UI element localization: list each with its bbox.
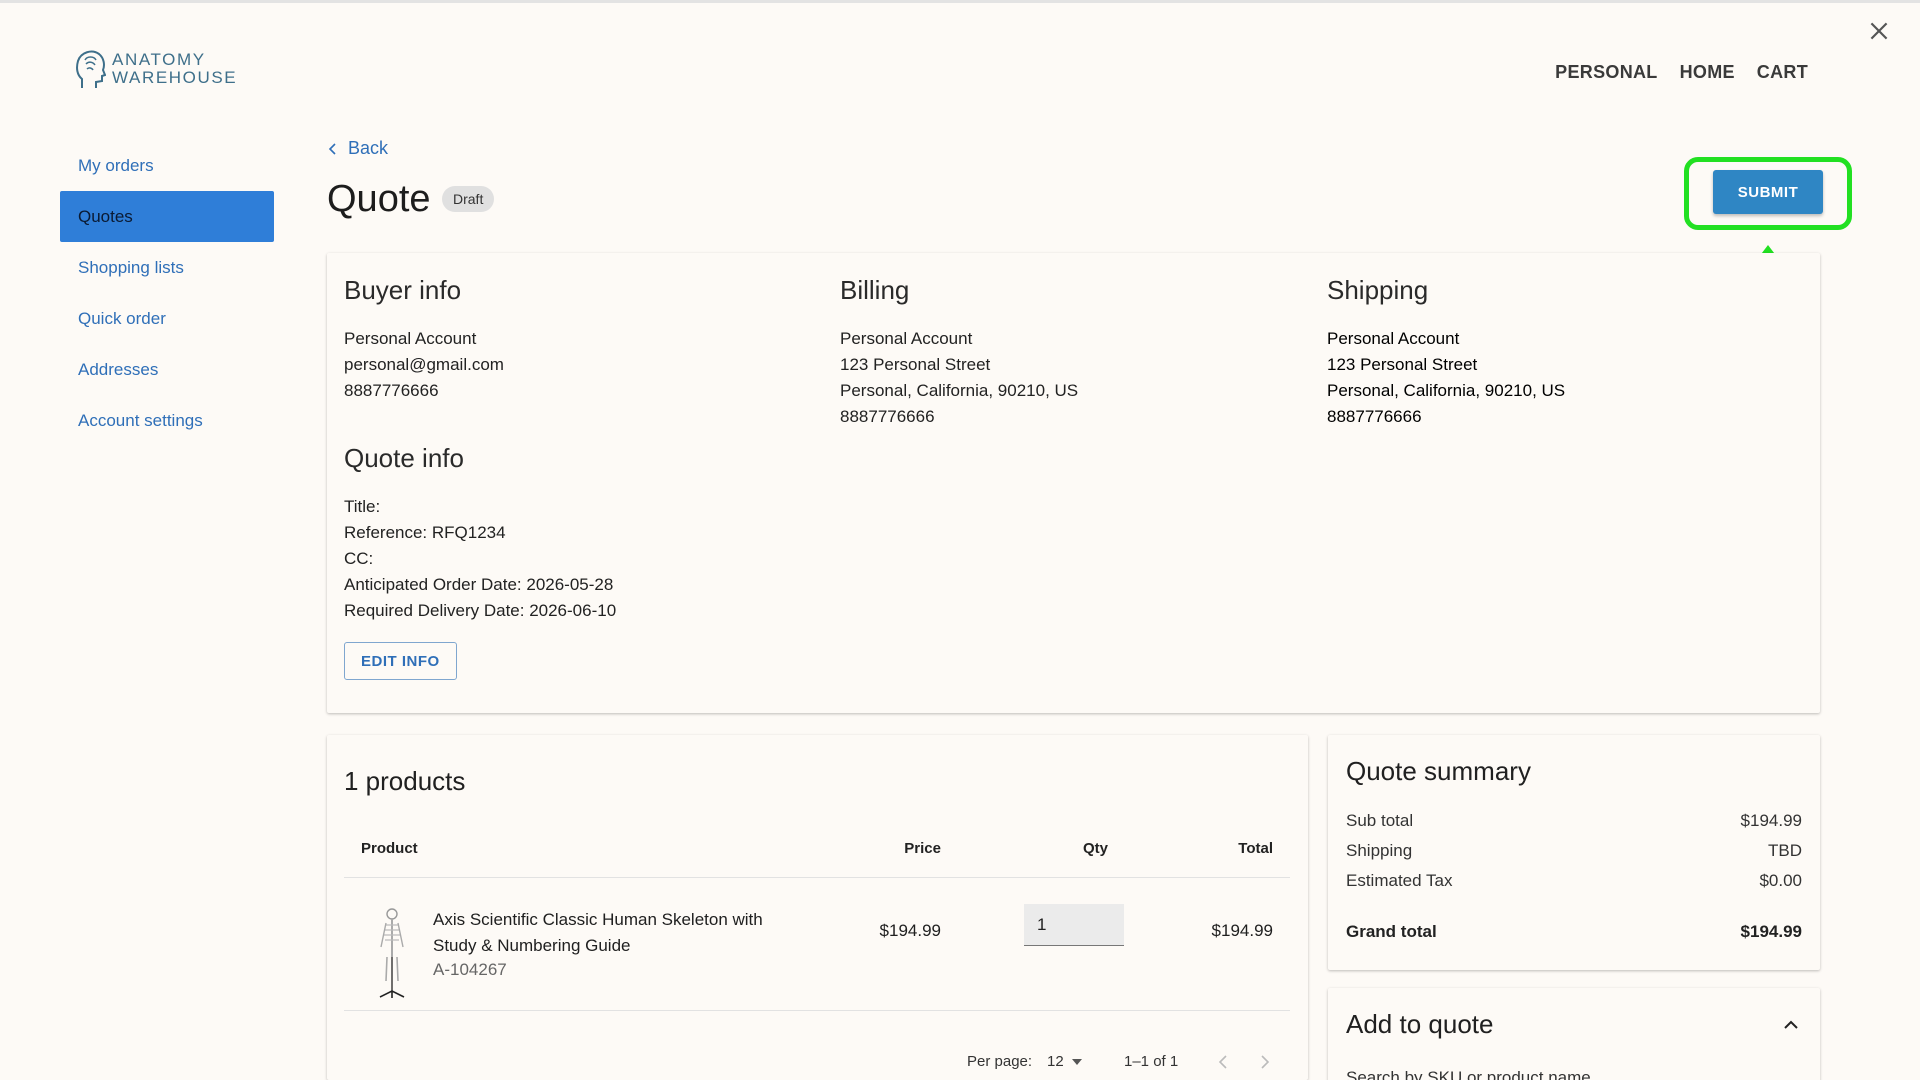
subtotal-label: Sub total	[1346, 811, 1414, 830]
add-to-quote-heading: Add to quote	[1346, 1009, 1494, 1039]
submit-button[interactable]: SUBMIT	[1713, 170, 1823, 214]
summary-tax: Estimated Tax $0.00	[1346, 871, 1802, 891]
product-sku: A-104267	[433, 960, 507, 979]
back-link[interactable]: Back	[326, 138, 388, 159]
products-card: 1 products Product Price Qty Total Axis …	[327, 735, 1308, 1080]
shipping-name: Personal Account	[1327, 329, 1460, 348]
chevron-up-icon[interactable]	[1782, 1016, 1800, 1034]
summary-subtotal: Sub total $194.99	[1346, 811, 1802, 831]
divider	[344, 877, 1290, 878]
sidebar-item-addresses[interactable]: Addresses	[60, 344, 274, 395]
tax-value: $0.00	[1759, 871, 1802, 890]
buyer-info-section: Buyer info Personal Account personal@gma…	[344, 275, 504, 404]
page-range: 1–1 of 1	[1124, 1053, 1179, 1070]
per-page-select[interactable]: 12	[1047, 1053, 1082, 1070]
chevron-left-icon	[328, 142, 336, 155]
billing-heading: Billing	[840, 275, 910, 305]
buyer-name: Personal Account	[344, 329, 477, 348]
sidebar-item-shopping-lists[interactable]: Shopping lists	[60, 242, 274, 293]
sidebar-item-quick-order[interactable]: Quick order	[60, 293, 274, 344]
sidebar-item-quotes[interactable]: Quotes	[60, 191, 274, 242]
shipping-city: Personal, California, 90210, US	[1327, 381, 1566, 400]
summary-heading: Quote summary	[1346, 756, 1531, 786]
column-price: Price	[904, 840, 941, 857]
add-to-quote-card: Add to quote Search by SKU or product na…	[1328, 988, 1820, 1080]
billing-city: Personal, California, 90210, US	[840, 381, 1079, 400]
divider	[344, 1010, 1290, 1011]
products-table-header: Product Price Qty Total	[344, 840, 1290, 870]
billing-street: 123 Personal Street	[840, 355, 991, 374]
shipping-street: 123 Personal Street	[1327, 355, 1478, 374]
summary-shipping: Shipping TBD	[1346, 841, 1802, 861]
nav-home[interactable]: HOME	[1680, 62, 1735, 83]
edit-info-button[interactable]: EDIT INFO	[344, 642, 457, 680]
shipping-phone: 8887776666	[1327, 407, 1422, 426]
top-nav: PERSONAL HOME CART	[1555, 62, 1808, 83]
chevron-right-icon	[1261, 1055, 1270, 1069]
quote-required-date: Required Delivery Date: 2026-06-10	[344, 601, 617, 620]
subtotal-value: $194.99	[1740, 811, 1802, 830]
next-page-button[interactable]	[1259, 1055, 1271, 1073]
sidebar-item-my-orders[interactable]: My orders	[60, 140, 274, 191]
quote-cc-line: CC:	[344, 549, 374, 568]
buyer-info-heading: Buyer info	[344, 275, 462, 305]
quote-info-heading: Quote info	[344, 443, 464, 473]
column-product: Product	[361, 840, 418, 857]
products-heading: 1 products	[344, 766, 466, 796]
chevron-left-icon	[1218, 1055, 1227, 1069]
column-qty: Qty	[1082, 840, 1108, 857]
quote-info-section: Quote info Title: Reference: RFQ1234 CC:…	[344, 443, 616, 624]
quote-details-card: Buyer info Personal Account personal@gma…	[327, 253, 1820, 713]
summary-grand-total: Grand total $194.99	[1346, 922, 1802, 942]
grand-total-label: Grand total	[1346, 922, 1437, 941]
close-icon	[1870, 22, 1888, 40]
caret-down-icon	[1071, 1058, 1082, 1065]
billing-section: Billing Personal Account 123 Personal St…	[840, 275, 1078, 430]
quote-reference-line: Reference: RFQ1234	[344, 523, 506, 542]
logo[interactable]: ANATOMY WAREHOUSE	[74, 48, 237, 90]
tax-label: Estimated Tax	[1346, 871, 1453, 890]
table-row: Axis Scientific Classic Human Skeleton w…	[344, 887, 1290, 999]
sidebar-item-account-settings[interactable]: Account settings	[60, 395, 274, 446]
quote-anticipated-date: Anticipated Order Date: 2026-05-28	[344, 575, 614, 594]
product-thumbnail[interactable]	[374, 907, 410, 999]
per-page-value: 12	[1047, 1053, 1064, 1070]
anatomy-head-icon	[76, 50, 106, 88]
product-line-total: $194.99	[1211, 921, 1273, 940]
per-page-label: Per page:	[967, 1053, 1033, 1070]
quote-title-line: Title:	[344, 497, 381, 516]
prev-page-button[interactable]	[1217, 1055, 1229, 1073]
top-divider	[0, 0, 1920, 3]
close-button[interactable]	[1866, 18, 1892, 44]
shipping-value: TBD	[1768, 841, 1802, 860]
grand-total-value: $194.99	[1740, 922, 1802, 941]
back-label: Back	[348, 138, 389, 158]
logo-text: ANATOMY WAREHOUSE	[112, 50, 238, 87]
shipping-heading: Shipping	[1327, 275, 1429, 305]
product-price: $194.99	[879, 921, 941, 940]
billing-name: Personal Account	[840, 329, 973, 348]
product-name[interactable]: Axis Scientific Classic Human Skeleton w…	[433, 907, 763, 959]
billing-phone: 8887776666	[840, 407, 935, 426]
column-total: Total	[1238, 840, 1273, 857]
quote-summary-card: Quote summary Sub total $194.99 Shipping…	[1328, 735, 1820, 970]
nav-personal[interactable]: PERSONAL	[1555, 62, 1657, 83]
shipping-label: Shipping	[1346, 841, 1413, 860]
status-badge: Draft	[442, 186, 495, 212]
buyer-email: personal@gmail.com	[344, 355, 504, 374]
account-sidebar: My orders Quotes Shopping lists Quick or…	[60, 140, 274, 446]
shipping-section: Shipping Personal Account 123 Personal S…	[1327, 275, 1565, 430]
page-title: Quote	[327, 178, 431, 220]
search-field-label: Search by SKU or product name	[1346, 1068, 1591, 1080]
buyer-phone: 8887776666	[344, 381, 439, 400]
nav-cart[interactable]: CART	[1757, 62, 1808, 83]
quantity-input[interactable]	[1024, 904, 1124, 946]
